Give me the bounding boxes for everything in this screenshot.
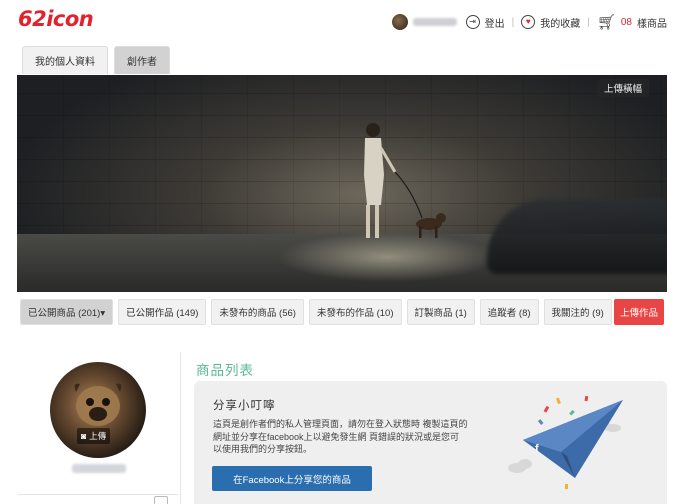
- upload-banner-button[interactable]: 上傳橫幅: [596, 79, 649, 97]
- profile-tabs: 我的個人資料 創作者: [22, 46, 170, 74]
- divider: |: [587, 16, 590, 28]
- subtab-followers[interactable]: 追蹤者 (8): [479, 299, 539, 325]
- tab-creator[interactable]: 創作者: [114, 46, 170, 74]
- cart-label[interactable]: 樣商品: [637, 15, 667, 30]
- section-title: 商品列表: [196, 363, 254, 378]
- avatar-upload-button[interactable]: ◙ 上傳: [77, 428, 111, 444]
- site-header: 62icon ⇥ 登出 | ♥ 我的收藏 | 🛒︎ 08 樣商品: [0, 0, 685, 44]
- edit-icon[interactable]: [154, 496, 168, 504]
- username-obscured[interactable]: [412, 18, 457, 26]
- tab-profile[interactable]: 我的個人資料: [22, 46, 108, 74]
- left-divider: [18, 494, 178, 495]
- upload-work-button[interactable]: 上傳作品: [614, 299, 664, 325]
- banner-figure-illustration: [364, 123, 446, 238]
- banner-car: [487, 199, 667, 274]
- subtab-unpublished-works[interactable]: 未發布的作品 (10): [308, 299, 402, 325]
- subtab-unpublished-products[interactable]: 未發布的商品 (56): [211, 299, 304, 325]
- subtab-published-products[interactable]: 已公開商品 (201)▾: [20, 299, 114, 325]
- paper-plane-icon: f: [508, 395, 623, 489]
- camera-icon: ◙: [81, 431, 87, 441]
- avatar-upload-label: 上傳: [89, 431, 107, 441]
- creator-subtabs: 已公開商品 (201)▾ 已公開作品 (149) 未發布的商品 (56) 未發布…: [20, 299, 612, 325]
- user-toolbar: ⇥ 登出 | ♥ 我的收藏 | 🛒︎ 08 樣商品: [391, 13, 667, 31]
- heart-icon[interactable]: ♥: [521, 15, 536, 29]
- facebook-share-button[interactable]: 在Facebook上分享您的商品: [212, 466, 372, 491]
- favorites-link[interactable]: 我的收藏: [540, 15, 580, 30]
- cover-banner: 上傳橫幅: [17, 75, 667, 292]
- divider: |: [511, 16, 515, 28]
- svg-text:f: f: [535, 443, 539, 455]
- user-avatar[interactable]: [391, 14, 408, 30]
- profile-name-obscured: [72, 464, 126, 473]
- tip-body: 這頁是創作者們的私人管理頁面，請勿在登入狀態時 複製這頁的網址並分享在faceb…: [213, 419, 468, 454]
- logout-link[interactable]: 登出: [485, 15, 505, 30]
- cart-icon[interactable]: 🛒︎: [597, 15, 616, 30]
- subtab-following[interactable]: 我關注的 (9): [543, 299, 612, 325]
- site-logo[interactable]: 62icon: [18, 7, 94, 31]
- tip-title: 分享小叮嚀: [213, 400, 276, 412]
- cart-count[interactable]: 08: [621, 17, 632, 28]
- subtab-custom-products[interactable]: 訂製商品 (1): [406, 299, 475, 325]
- subtab-published-works[interactable]: 已公開作品 (149): [118, 299, 207, 325]
- logout-icon[interactable]: ⇥: [465, 15, 480, 29]
- column-divider: [180, 352, 181, 504]
